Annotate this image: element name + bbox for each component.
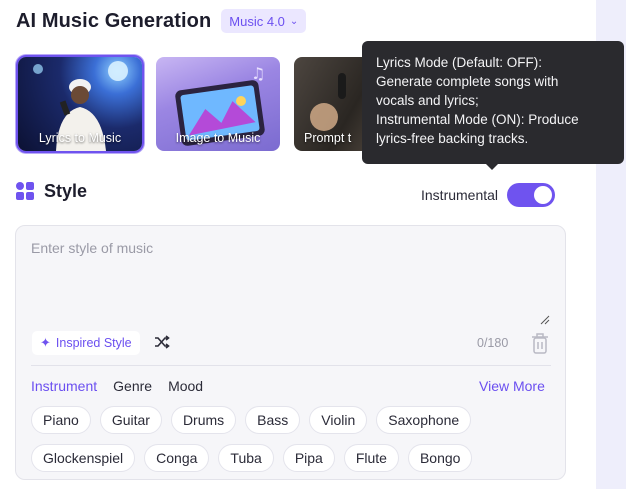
chip-bass[interactable]: Bass <box>245 406 301 434</box>
character-counter: 0/180 <box>477 336 509 350</box>
tooltip-line: Generate complete songs with <box>376 74 559 89</box>
page-title: AI Music Generation <box>16 9 212 32</box>
chip-bongo[interactable]: Bongo <box>407 444 473 472</box>
tooltip-line: vocals and lyrics; <box>376 93 479 108</box>
chip-guitar[interactable]: Guitar <box>99 406 162 434</box>
chip-saxophone[interactable]: Saxophone <box>376 406 472 434</box>
instrumental-toggle[interactable] <box>507 183 556 207</box>
mode-card-label: Lyrics to Music <box>38 131 122 145</box>
category-tabs: Instrument Genre Mood <box>31 378 203 394</box>
chip-drums[interactable]: Drums <box>170 406 237 434</box>
svg-text:♫: ♫ <box>251 64 265 83</box>
shuffle-icon[interactable] <box>154 335 170 349</box>
tooltip-line: Instrumental Mode (ON): Produce <box>376 112 579 127</box>
chip-flute[interactable]: Flute <box>343 444 399 472</box>
mode-card-lyrics-to-music[interactable]: Lyrics to Music <box>16 55 144 153</box>
style-heading: Style <box>16 181 87 202</box>
view-more-link[interactable]: View More <box>479 378 545 394</box>
divider <box>31 365 551 366</box>
tag-chips: Piano Guitar Drums Bass Violin Saxophone… <box>31 406 561 482</box>
toggle-knob <box>534 186 553 204</box>
tab-genre[interactable]: Genre <box>113 378 152 394</box>
style-title: Style <box>44 181 88 201</box>
trash-icon[interactable] <box>531 332 549 354</box>
instrumental-tooltip: Lyrics Mode (Default: OFF): Generate com… <box>362 41 624 164</box>
chip-violin[interactable]: Violin <box>309 406 368 434</box>
tooltip-arrow <box>485 163 499 170</box>
sparkle-icon: ✦ <box>40 335 51 350</box>
inspired-style-label: Inspired Style <box>55 336 132 350</box>
chip-piano[interactable]: Piano <box>31 406 91 434</box>
resize-grip-icon[interactable] <box>540 315 550 325</box>
chip-conga[interactable]: Conga <box>144 444 210 472</box>
mode-card-image-to-music[interactable]: ♫ Image to Music <box>154 55 282 153</box>
header: AI Music Generation Music 4.0 ⌄ <box>16 9 307 33</box>
chip-glockenspiel[interactable]: Glockenspiel <box>31 444 136 472</box>
version-label: Music 4.0 <box>229 13 285 29</box>
tab-instrument[interactable]: Instrument <box>31 378 97 394</box>
style-box: Enter style of music ✦ Inspired Style 0/… <box>15 225 566 480</box>
chip-row: Piano Guitar Drums Bass Violin Saxophone <box>31 406 561 434</box>
tooltip-line: Lyrics Mode (Default: OFF): <box>376 55 543 70</box>
grid-icon <box>16 181 36 202</box>
chevron-down-icon: ⌄ <box>289 15 299 27</box>
chip-tuba[interactable]: Tuba <box>218 444 274 472</box>
style-input[interactable]: Enter style of music <box>31 240 153 256</box>
chip-pipa[interactable]: Pipa <box>282 444 335 472</box>
mode-card-label: Image to Music <box>175 131 261 145</box>
inspired-style-button[interactable]: ✦ Inspired Style <box>32 331 140 355</box>
instrumental-label: Instrumental <box>421 187 499 203</box>
chip-row: Glockenspiel Conga Tuba Pipa Flute Bongo <box>31 444 561 472</box>
tab-mood[interactable]: Mood <box>168 378 203 394</box>
mode-cards: Lyrics to Music ♫ Image to Music Prompt … <box>16 55 420 153</box>
instrumental-control: Instrumental <box>421 183 556 207</box>
version-dropdown[interactable]: Music 4.0 ⌄ <box>221 9 307 33</box>
tooltip-line: lyrics-free backing tracks. <box>376 131 529 146</box>
